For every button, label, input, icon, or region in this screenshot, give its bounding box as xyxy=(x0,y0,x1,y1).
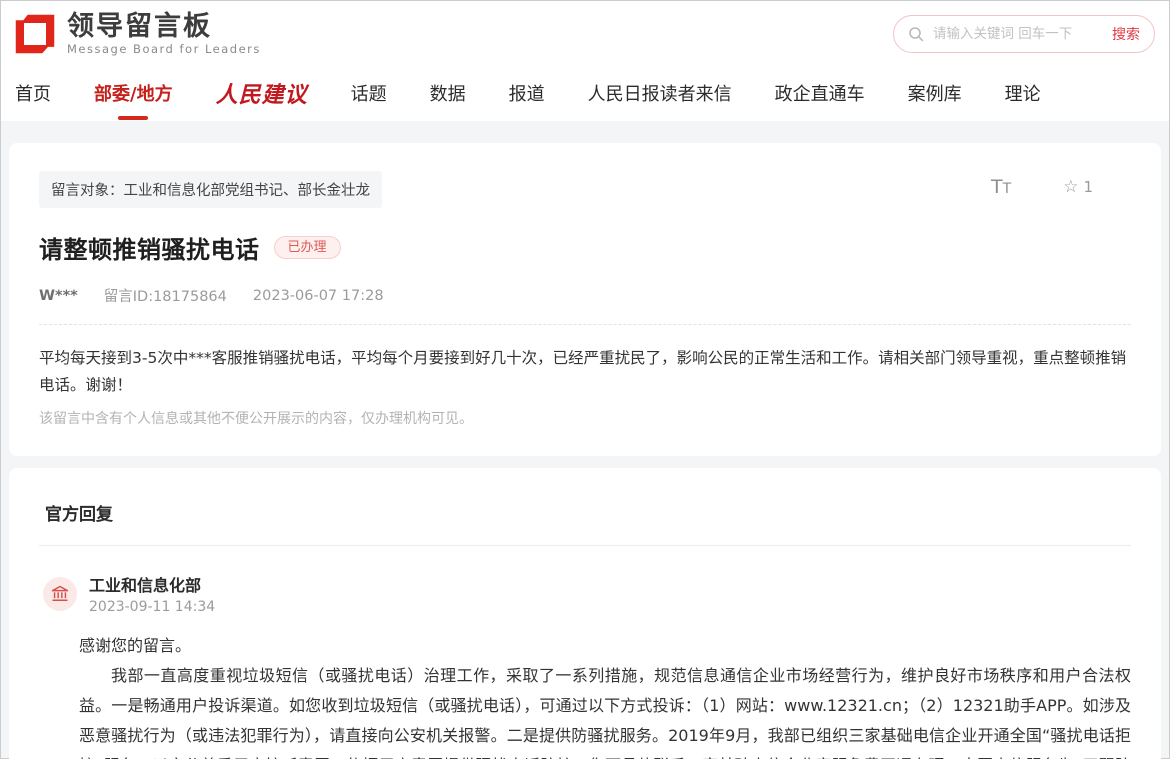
site-logo[interactable]: 领导留言板 Message Board for Leaders xyxy=(13,12,261,57)
official-reply-card: 官方回复 工业和信息化部 2023-09-11 14:34 感谢您的留言。 xyxy=(9,468,1161,759)
message-datetime: 2023-06-07 17:28 xyxy=(253,288,384,304)
message-card: 留言对象：工业和信息化部党组书记、部长金壮龙 TT ☆ 1 请整顿推销骚扰电话 … xyxy=(9,143,1161,456)
message-body: 平均每天接到3-5次中***客服推销骚扰电话，平均每个月要接到好几十次，已经严重… xyxy=(39,345,1131,399)
favorite-count: 1 xyxy=(1083,178,1093,196)
reply-datetime: 2023-09-11 14:34 xyxy=(89,599,215,615)
search-button[interactable]: 搜索 xyxy=(1112,24,1140,44)
logo-text: 领导留言板 Message Board for Leaders xyxy=(67,12,261,57)
nav-item-theory[interactable]: 理论 xyxy=(1005,80,1041,108)
message-meta: W*** 留言ID:18175864 2023-06-07 17:28 xyxy=(39,285,1131,325)
status-badge: 已办理 xyxy=(274,236,341,259)
nav-item-topics[interactable]: 话题 xyxy=(351,80,387,108)
reply-header: 工业和信息化部 2023-09-11 14:34 xyxy=(39,572,1131,615)
nav-item-readers-letters[interactable]: 人民日报读者来信 xyxy=(588,80,732,108)
nav-item-ministries-localities[interactable]: 部委/地方 xyxy=(94,80,173,108)
message-id: 留言ID:18175864 xyxy=(104,285,227,306)
favorite-button[interactable]: ☆ 1 xyxy=(1063,177,1093,197)
search-icon xyxy=(908,26,924,42)
reply-paragraph: 我部一直高度重视垃圾短信（或骚扰电话）治理工作，采取了一系列措施，规范信息通信企… xyxy=(79,661,1131,759)
reply-section-title: 官方回复 xyxy=(39,496,1131,545)
nav-item-peoples-suggestions[interactable]: 人民建议 xyxy=(216,77,308,111)
message-author: W*** xyxy=(39,288,78,304)
agency-avatar xyxy=(43,577,77,611)
site-title: 领导留言板 xyxy=(67,12,261,42)
search-bar: 搜索 xyxy=(893,15,1155,53)
nav-item-reports[interactable]: 报道 xyxy=(509,80,545,108)
page-content: 留言对象：工业和信息化部党组书记、部长金壮龙 TT ☆ 1 请整顿推销骚扰电话 … xyxy=(1,121,1169,759)
privacy-note: 该留言中含有个人信息或其他不便公开展示的内容，仅办理机构可见。 xyxy=(39,408,1131,428)
reply-agency-name: 工业和信息化部 xyxy=(89,572,215,596)
star-icon: ☆ xyxy=(1063,177,1078,197)
divider xyxy=(39,545,1131,546)
search-input[interactable] xyxy=(933,26,1112,42)
font-size-small-glyph: T xyxy=(1003,181,1012,197)
site-header: 领导留言板 Message Board for Leaders 搜索 xyxy=(1,1,1169,67)
nav-item-home[interactable]: 首页 xyxy=(15,80,51,108)
message-board-logo-icon xyxy=(13,12,57,56)
government-building-icon xyxy=(50,584,70,604)
font-size-large-glyph: T xyxy=(991,176,1003,198)
nav-item-case-library[interactable]: 案例库 xyxy=(908,80,962,108)
site-subtitle: Message Board for Leaders xyxy=(67,42,261,56)
nav-item-data[interactable]: 数据 xyxy=(430,80,466,108)
message-target-chip: 留言对象：工业和信息化部党组书记、部长金壮龙 xyxy=(39,171,382,208)
main-nav: 首页 部委/地方 人民建议 话题 数据 报道 人民日报读者来信 政企直通车 案例… xyxy=(1,67,1169,121)
reply-paragraph: 感谢您的留言。 xyxy=(79,631,1131,661)
reply-body: 感谢您的留言。 我部一直高度重视垃圾短信（或骚扰电话）治理工作，采取了一系列措施… xyxy=(79,631,1131,759)
nav-item-gov-enterprise-express[interactable]: 政企直通车 xyxy=(775,80,865,108)
message-title: 请整顿推销骚扰电话 xyxy=(39,230,260,265)
font-size-toggle-icon[interactable]: TT xyxy=(991,178,1011,197)
